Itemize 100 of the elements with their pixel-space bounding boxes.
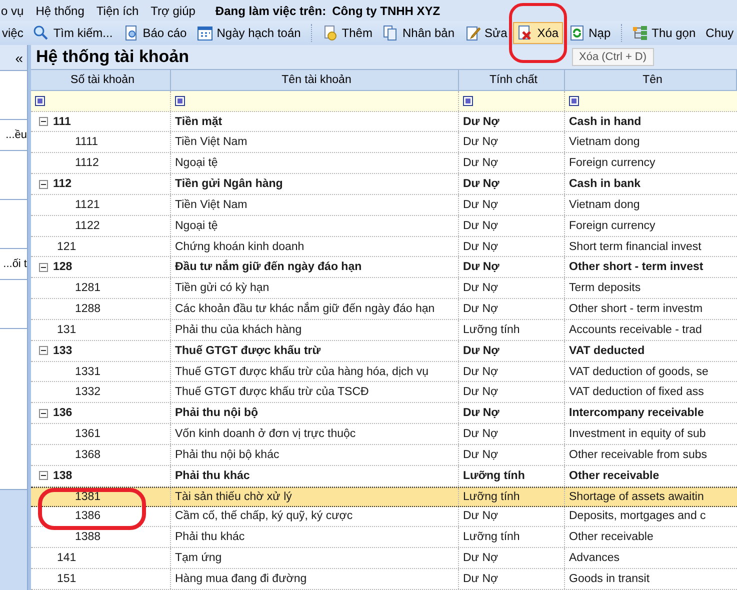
- account-name: Phải thu của khách hàng: [175, 324, 302, 336]
- delete-icon: [517, 25, 534, 41]
- sidebar-item[interactable]: ều...: [0, 120, 27, 151]
- collapse-icon[interactable]: [39, 117, 48, 126]
- account-name: Tiền mặt: [175, 116, 222, 128]
- sidebar-item[interactable]: ối t...: [0, 249, 27, 280]
- column-header[interactable]: Tên tài khoản: [171, 70, 459, 90]
- search-button[interactable]: Tìm kiếm...: [29, 22, 117, 44]
- account-english-name: Other short - term investm: [569, 303, 703, 316]
- collapse-button[interactable]: Thu gọn: [628, 22, 700, 44]
- table-row[interactable]: 1368 Phải thu nội bộ khác Dư Nợ Other receivable from subs: [31, 444, 737, 466]
- toolbar-button[interactable]: Chuy: [702, 22, 737, 44]
- menu-item[interactable]: o vụ: [1, 4, 24, 18]
- account-name: Đầu tư nắm giữ đến ngày đáo hạn: [175, 261, 362, 274]
- table-row[interactable]: 1121 Tiền Việt Nam Dư Nợ Vietnam dong: [31, 194, 737, 216]
- account-nature: Dư Nợ: [463, 198, 498, 211]
- account-nature: Dư Nợ: [463, 407, 500, 420]
- add-button[interactable]: Thêm: [318, 22, 376, 44]
- account-english-name: Other receivable from subs: [569, 448, 708, 461]
- table-row[interactable]: 1361 Vốn kinh doanh ở đơn vị trực thuộc Dư Nợ Investment in equity of sub: [31, 424, 737, 445]
- account-number: 1112: [75, 157, 99, 170]
- table-row[interactable]: 133 Thuế GTGT được khấu trừ Dư Nợ VAT deducted: [31, 340, 737, 362]
- collapse-icon[interactable]: [39, 471, 48, 480]
- collapse-button[interactable]: «: [0, 45, 27, 71]
- account-nature: Dư Nợ: [463, 510, 498, 522]
- column-header[interactable]: Tính chất: [459, 70, 565, 90]
- account-english-name: Other short - term invest: [569, 261, 704, 274]
- table-row[interactable]: 128 Đầu tư nắm giữ đến ngày đáo hạn Dư Nợ Other short - term invest: [31, 257, 737, 278]
- table-row[interactable]: 1112 Ngoại tệ Dư Nợ Foreign currency: [31, 153, 737, 174]
- report-button[interactable]: Báo cáo: [118, 22, 191, 44]
- collapse-icon[interactable]: [39, 408, 48, 418]
- table-row[interactable]: 131 Phải thu của khách hàng Lưỡng tính Accounts receivable - trad: [31, 320, 737, 341]
- account-nature: Dư Nợ: [463, 552, 498, 564]
- account-name: Thuế GTGT được khấu trừ của hàng hóa, dịch vụ: [175, 366, 428, 378]
- account-name: Phải thu nội bộ khác: [175, 448, 280, 461]
- table-row[interactable]: 1388 Phải thu khác Lưỡng tính Other receivable: [31, 527, 737, 548]
- account-english-name: Vietnam dong: [569, 198, 640, 211]
- collapse-icon[interactable]: [39, 262, 48, 272]
- account-english-name: Foreign currency: [569, 157, 656, 170]
- table-row[interactable]: 1281 Tiền gửi có kỳ hạn Dư Nợ Term deposits: [31, 278, 737, 300]
- account-english-name: VAT deduction of goods, se: [569, 366, 708, 378]
- table-row[interactable]: 136 Phải thu nội bộ Dư Nợ Intercompany receivable: [31, 403, 737, 424]
- table-row[interactable]: 121 Chứng khoán kinh doanh Dư Nợ Short term financial invest: [31, 236, 737, 258]
- table-row[interactable]: 1122 Ngoại tệ Dư Nợ Foreign currency: [31, 216, 737, 237]
- add-document-icon: [322, 25, 338, 41]
- table-row[interactable]: 151 Hàng mua đang đi đường Dư Nợ Goods in transit: [31, 569, 737, 590]
- table-row[interactable]: 1332 Thuế GTGT được khấu trừ của TSCĐ Dư Nợ VAT deduction of fixed ass: [31, 382, 737, 404]
- collapse-icon[interactable]: [39, 346, 48, 356]
- calendar-icon: [196, 25, 213, 41]
- account-english-name: Accounts receivable - trad: [569, 324, 702, 336]
- menu-item[interactable]: Tiện ích: [96, 4, 139, 18]
- column-header[interactable]: Số tài khoản: [31, 70, 171, 90]
- account-number: 1281: [75, 282, 101, 294]
- filter-icon: [569, 96, 579, 106]
- table-row[interactable]: 1111 Tiền Việt Nam Dư Nợ Vietnam dong: [31, 132, 737, 154]
- account-number: 1332: [75, 386, 101, 398]
- account-english-name: Advances: [569, 552, 620, 564]
- account-nature: Dư Nợ: [463, 303, 498, 316]
- table-row[interactable]: 1386 Cầm cố, thế chấp, ký quỹ, ký cược Dư Nợ Deposits, mortgages and c: [31, 506, 737, 528]
- table-row[interactable]: 1288 Các khoản đầu tư khác nắm giữ đến ngày đáo hạn Dư Nợ Other short - term investm: [31, 299, 737, 320]
- account-nature: Dư Nợ: [463, 282, 498, 294]
- account-name: Hàng mua đang đi đường: [175, 572, 307, 585]
- table-row[interactable]: 141 Tạm ứng Dư Nợ Advances: [31, 548, 737, 569]
- account-nature: Dư Nợ: [463, 116, 500, 128]
- account-english-name: Cash in bank: [569, 178, 641, 190]
- account-nature: Dư Nợ: [463, 366, 498, 378]
- account-nature: Dư Nợ: [463, 220, 498, 232]
- account-name: Tiền gửi có kỳ hạn: [175, 282, 270, 294]
- collapse-icon[interactable]: [39, 180, 48, 189]
- account-english-name: Short term financial invest: [569, 240, 702, 253]
- account-number: 112: [53, 178, 72, 190]
- account-number: 121: [57, 240, 76, 253]
- copy-button[interactable]: Nhân bản: [378, 22, 459, 44]
- refresh-icon: [568, 25, 585, 41]
- account-nature: Dư Nợ: [463, 572, 498, 585]
- table-row[interactable]: 111 Tiền mặt Dư Nợ Cash in hand: [31, 112, 737, 132]
- table-row[interactable]: 112 Tiền gửi Ngân hàng Dư Nợ Cash in bank: [31, 174, 737, 195]
- account-nature: Lưỡng tính: [463, 490, 520, 503]
- account-name: Các khoản đầu tư khác nắm giữ đến ngày đáo hạn: [175, 303, 435, 316]
- column-header[interactable]: Tên: [565, 70, 737, 90]
- account-name: Chứng khoán kinh doanh: [175, 240, 304, 253]
- edit-icon: [464, 25, 481, 41]
- toolbar-button[interactable]: việc: [0, 22, 28, 44]
- menu-item[interactable]: Hệ thống: [36, 4, 84, 18]
- account-english-name: Cash in hand: [569, 116, 642, 128]
- account-number: 1122: [75, 220, 100, 232]
- account-name: Phải thu khác: [175, 531, 245, 544]
- delete-button[interactable]: Xóa: [513, 22, 563, 44]
- account-name: Ngoại tệ: [175, 220, 218, 232]
- account-nature: Dư Nợ: [463, 261, 500, 274]
- filter-icon: [175, 96, 185, 106]
- calendar-button[interactable]: Ngày hạch toán: [192, 22, 305, 44]
- edit-button[interactable]: Sửa: [460, 22, 512, 44]
- account-name: Tiền Việt Nam: [175, 198, 248, 211]
- filter-icon: [463, 96, 473, 106]
- account-number: 138: [53, 470, 72, 482]
- table-row[interactable]: 1381 Tài sản thiếu chờ xử lý Lưỡng tính Shortage of assets awaitin: [31, 486, 737, 507]
- table-row[interactable]: 1331 Thuế GTGT được khấu trừ của hàng hóa, dịch vụ Dư Nợ VAT deduction of goods, se: [31, 362, 737, 382]
- menu-item[interactable]: Trợ giúp: [150, 4, 196, 18]
- reload-button[interactable]: Nạp: [564, 22, 615, 44]
